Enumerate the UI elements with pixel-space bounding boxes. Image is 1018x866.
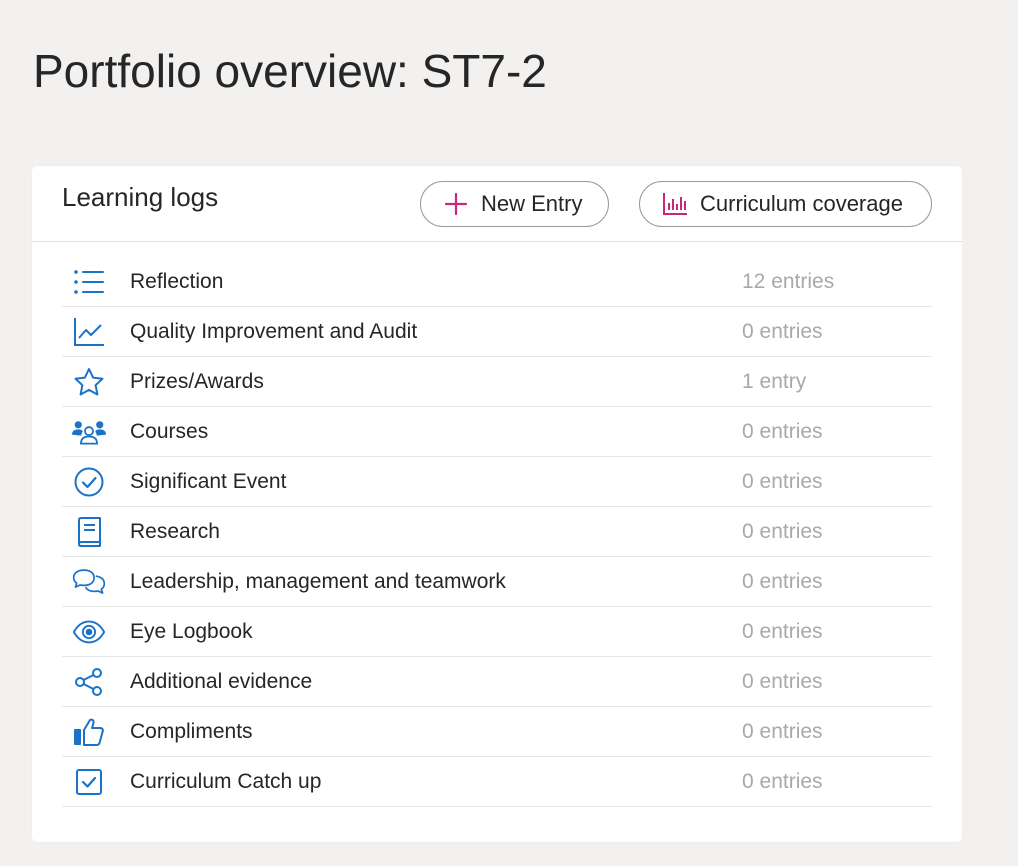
list-icon bbox=[72, 265, 106, 299]
curriculum-coverage-label: Curriculum coverage bbox=[700, 191, 903, 216]
plus-icon bbox=[443, 191, 469, 217]
log-row-eye-logbook[interactable]: Eye Logbook 0 entries bbox=[62, 607, 932, 657]
log-row-research[interactable]: Research 0 entries bbox=[62, 507, 932, 557]
eye-icon bbox=[72, 615, 106, 649]
chat-bubbles-icon bbox=[72, 565, 106, 599]
new-entry-label: New Entry bbox=[481, 191, 583, 216]
log-count: 0 entries bbox=[742, 669, 823, 693]
log-count: 0 entries bbox=[742, 419, 823, 443]
log-label: Significant Event bbox=[130, 469, 287, 493]
log-count: 0 entries bbox=[742, 519, 823, 543]
log-row-compliments[interactable]: Compliments 0 entries bbox=[62, 707, 932, 757]
card-header: Learning logs New Entry Curriculum cover… bbox=[32, 166, 962, 242]
log-count: 12 entries bbox=[742, 269, 835, 293]
people-icon bbox=[72, 415, 106, 449]
log-count: 0 entries bbox=[742, 619, 823, 643]
log-row-additional-evidence[interactable]: Additional evidence 0 entries bbox=[62, 657, 932, 707]
log-row-courses[interactable]: Courses 0 entries bbox=[62, 407, 932, 457]
curriculum-coverage-button[interactable]: Curriculum coverage bbox=[639, 181, 932, 227]
log-label: Quality Improvement and Audit bbox=[130, 319, 418, 343]
check-circle-icon bbox=[72, 465, 106, 499]
learning-logs-list: Reflection 12 entries Quality Improvemen… bbox=[62, 257, 932, 807]
log-row-reflection[interactable]: Reflection 12 entries bbox=[62, 257, 932, 307]
log-label: Prizes/Awards bbox=[130, 369, 264, 393]
log-count: 0 entries bbox=[742, 719, 823, 743]
card-title: Learning logs bbox=[62, 182, 219, 212]
log-label: Research bbox=[130, 519, 220, 543]
learning-logs-card: Learning logs New Entry Curriculum cover… bbox=[32, 166, 962, 842]
log-count: 0 entries bbox=[742, 319, 823, 343]
log-count: 0 entries bbox=[742, 569, 823, 593]
page-title: Portfolio overview: ST7-2 bbox=[33, 45, 547, 97]
log-count: 1 entry bbox=[742, 369, 807, 393]
log-row-leadership[interactable]: Leadership, management and teamwork 0 en… bbox=[62, 557, 932, 607]
log-count: 0 entries bbox=[742, 469, 823, 493]
log-label: Curriculum Catch up bbox=[130, 769, 322, 793]
log-row-curriculum-catch-up[interactable]: Curriculum Catch up 0 entries bbox=[62, 757, 932, 807]
log-label: Compliments bbox=[130, 719, 253, 743]
star-icon bbox=[72, 365, 106, 399]
log-label: Eye Logbook bbox=[130, 619, 253, 643]
log-label: Courses bbox=[130, 419, 209, 443]
new-entry-button[interactable]: New Entry bbox=[420, 181, 609, 227]
bar-chart-icon bbox=[662, 191, 688, 217]
line-chart-icon bbox=[72, 315, 106, 349]
check-square-icon bbox=[72, 765, 106, 799]
log-label: Reflection bbox=[130, 269, 224, 293]
log-count: 0 entries bbox=[742, 769, 823, 793]
log-row-significant-event[interactable]: Significant Event 0 entries bbox=[62, 457, 932, 507]
log-label: Leadership, management and teamwork bbox=[130, 569, 506, 593]
book-icon bbox=[72, 515, 106, 549]
thumbs-up-icon bbox=[72, 715, 106, 749]
log-row-quality-improvement[interactable]: Quality Improvement and Audit 0 entries bbox=[62, 307, 932, 357]
share-icon bbox=[72, 665, 106, 699]
log-row-prizes-awards[interactable]: Prizes/Awards 1 entry bbox=[62, 357, 932, 407]
log-label: Additional evidence bbox=[130, 669, 313, 693]
